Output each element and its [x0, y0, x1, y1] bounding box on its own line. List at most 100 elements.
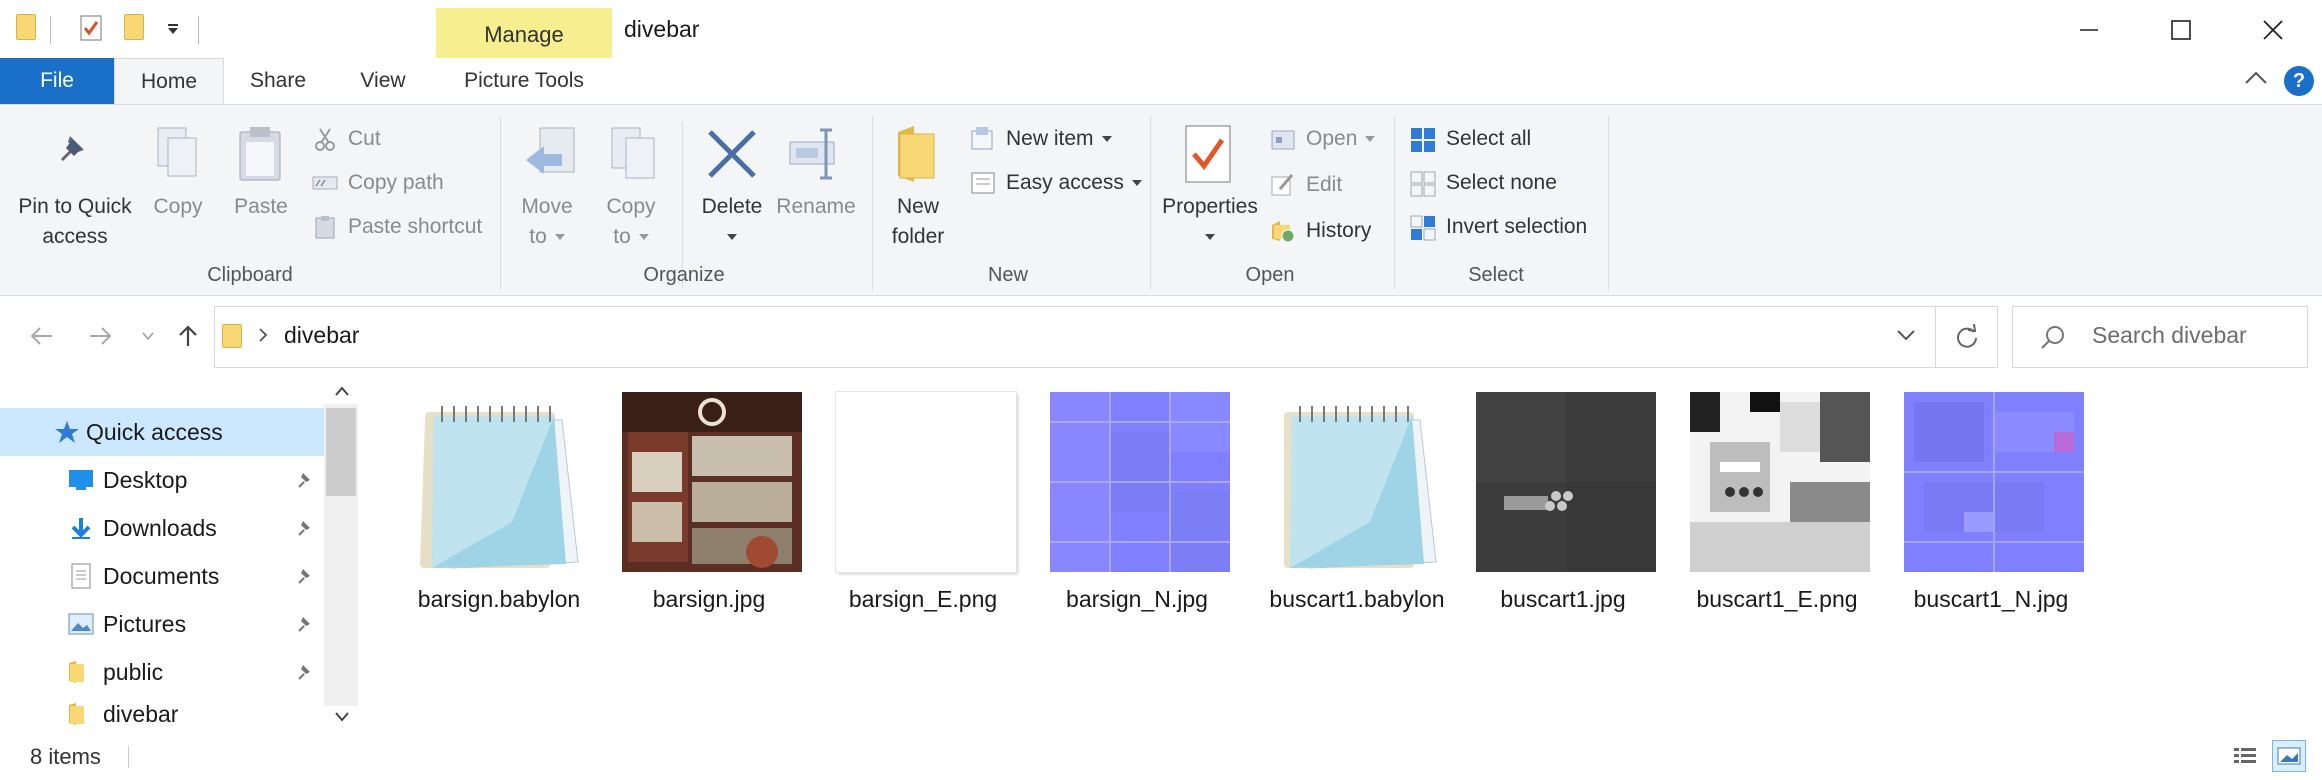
copy-to-button[interactable]: Copy to: [598, 192, 664, 252]
file-name: buscart1_N.jpg: [1913, 586, 2069, 612]
pin-icon[interactable]: [296, 518, 312, 538]
desktop-icon: [68, 469, 94, 491]
sidebar-item-label: Documents: [103, 562, 220, 589]
easy-access-button[interactable]: Easy access: [970, 168, 1142, 198]
toolbar-separator: [50, 16, 51, 44]
nav-scrollbar-thumb[interactable]: [326, 408, 356, 496]
tab-picture-tools[interactable]: Picture Tools: [436, 58, 612, 104]
scroll-down-chevron-icon[interactable]: [334, 710, 350, 728]
search-icon: [2040, 324, 2066, 355]
move-to-button[interactable]: Move to: [514, 192, 580, 252]
breadcrumb[interactable]: divebar: [284, 322, 359, 349]
new-group-label: New: [987, 264, 1028, 286]
paste-shortcut-button[interactable]: Paste shortcut: [312, 212, 482, 242]
scroll-up-chevron-icon[interactable]: [334, 384, 350, 402]
breadcrumb-chevron-icon[interactable]: [258, 327, 268, 348]
chevron-down-icon: [1365, 136, 1376, 142]
new-folder-icon[interactable]: [124, 14, 144, 40]
open-button[interactable]: Open: [1270, 124, 1376, 154]
help-icon[interactable]: ?: [2284, 66, 2314, 96]
pin-icon[interactable]: [296, 470, 312, 490]
copy-path-icon: [312, 171, 338, 195]
file-name: buscart1.babylon: [1269, 586, 1445, 612]
sidebar-item-quick-access[interactable]: Quick access: [0, 408, 324, 456]
new-folder-button[interactable]: New folder: [880, 192, 956, 252]
search-placeholder: Search divebar: [2092, 322, 2247, 348]
sidebar-item-public[interactable]: public: [0, 648, 324, 696]
properties-button[interactable]: Properties: [1160, 192, 1260, 252]
refresh-button[interactable]: [1936, 306, 1998, 368]
chevron-down-icon: [554, 234, 565, 241]
paste-shortcut-icon: [312, 215, 338, 239]
invert-selection-label: Invert selection: [1446, 215, 1588, 238]
image-thumbnail-icon: [1904, 392, 2084, 572]
document-icon: [68, 563, 94, 589]
group-separator: [872, 116, 873, 290]
cut-button[interactable]: Cut: [312, 124, 381, 154]
folder-icon[interactable]: [16, 14, 36, 40]
select-all-button[interactable]: Select all: [1410, 124, 1531, 154]
properties-icon: [1184, 124, 1232, 189]
sidebar-item-label: Downloads: [103, 514, 217, 541]
sidebar-item-divebar[interactable]: divebar: [0, 696, 324, 732]
recent-locations-chevron-icon[interactable]: [130, 318, 166, 354]
history-label: History: [1306, 219, 1372, 242]
new-item-icon: [970, 127, 996, 151]
file-name: barsign_E.png: [848, 586, 998, 612]
forward-button[interactable]: [82, 318, 118, 354]
invert-selection-button[interactable]: Invert selection: [1410, 212, 1587, 242]
sidebar-item-downloads[interactable]: Downloads: [0, 504, 324, 552]
pin-icon[interactable]: [296, 566, 312, 586]
new-item-label: New item: [1006, 127, 1094, 150]
up-button[interactable]: [170, 318, 206, 354]
new-item-button[interactable]: New item: [970, 124, 1112, 154]
image-thumbnail-icon: [1476, 392, 1656, 572]
rename-button[interactable]: Rename: [776, 192, 856, 222]
window-title: divebar: [624, 16, 700, 42]
chevron-down-icon: [638, 234, 649, 241]
properties-check-icon[interactable]: [80, 14, 102, 47]
clipboard-group-label: Clipboard: [207, 264, 293, 286]
minimize-button[interactable]: [2042, 4, 2136, 56]
sidebar-item-documents[interactable]: Documents: [0, 552, 324, 600]
toolbar-separator: [198, 16, 199, 44]
chevron-down-icon: [1205, 234, 1215, 241]
tab-home[interactable]: Home: [114, 58, 224, 105]
details-view-icon[interactable]: [2230, 742, 2260, 770]
history-button[interactable]: History: [1270, 216, 1371, 246]
chevron-down-icon: [1131, 180, 1142, 186]
pin-to-quick-access-button[interactable]: Pin to Quick access: [8, 192, 142, 252]
move-to-label-line2: to: [514, 222, 580, 252]
delete-button[interactable]: Delete: [694, 192, 770, 252]
large-icons-view-icon[interactable]: [2272, 740, 2306, 772]
sidebar-item-desktop[interactable]: Desktop: [0, 456, 324, 504]
pin-icon[interactable]: [296, 614, 312, 634]
rename-icon: [786, 126, 846, 187]
sidebar-item-pictures[interactable]: Pictures: [0, 600, 324, 648]
select-none-button[interactable]: Select none: [1410, 168, 1557, 198]
copy-path-button[interactable]: Copy path: [312, 168, 444, 198]
tab-view[interactable]: View: [348, 58, 418, 104]
customize-toolbar-icon[interactable]: [166, 22, 180, 41]
pin-label-line1: Pin to Quick: [18, 195, 132, 218]
history-icon: [1270, 219, 1296, 243]
maximize-button[interactable]: [2134, 4, 2228, 56]
back-button[interactable]: [24, 318, 60, 354]
copy-button[interactable]: Copy: [142, 192, 214, 222]
open-icon: [1270, 127, 1296, 151]
address-bar[interactable]: [214, 306, 1936, 368]
tab-file[interactable]: File: [0, 58, 114, 104]
delete-caret-row: [694, 222, 770, 252]
address-dropdown-chevron-icon[interactable]: [1896, 328, 1916, 347]
select-all-icon: [1410, 127, 1436, 152]
file-name: barsign.jpg: [652, 586, 766, 612]
select-group-label: Select: [1468, 264, 1524, 286]
move-to-icon: [522, 124, 582, 189]
collapse-ribbon-icon[interactable]: [2244, 70, 2268, 91]
edit-button[interactable]: Edit: [1270, 170, 1342, 200]
close-button[interactable]: [2226, 4, 2320, 56]
paste-button[interactable]: Paste: [226, 192, 296, 222]
pin-icon[interactable]: [296, 662, 312, 682]
tab-share[interactable]: Share: [236, 58, 320, 104]
cut-label: Cut: [348, 127, 381, 150]
